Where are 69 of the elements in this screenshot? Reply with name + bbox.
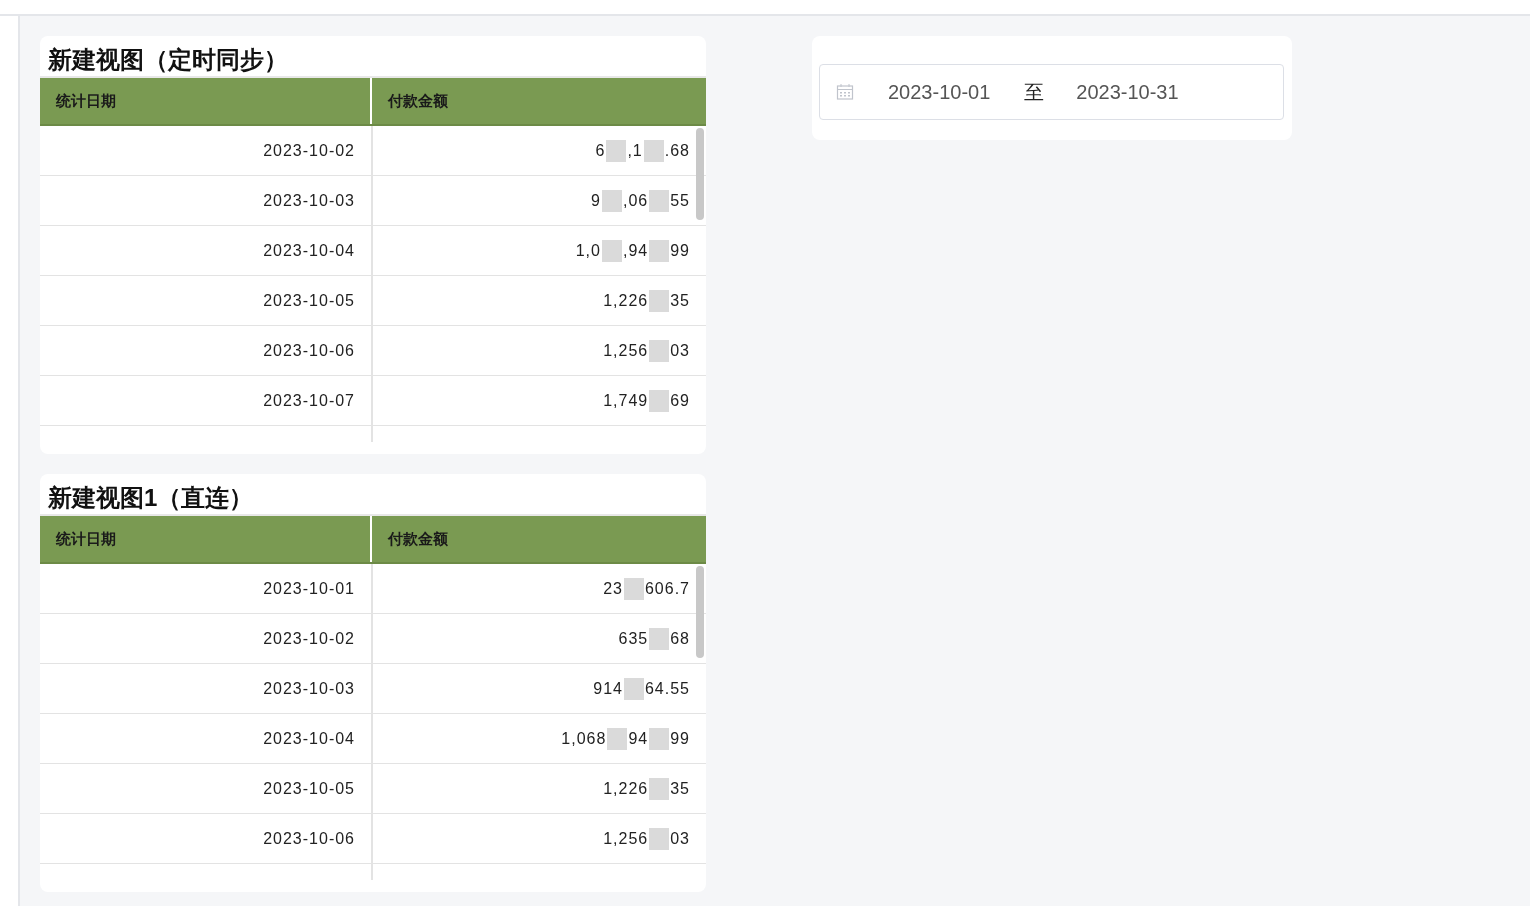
table-cell: 2023-10-02 [40,126,373,175]
amount-text: 914 [593,679,623,698]
table-cell: 2023-10-05 [40,764,373,813]
redaction-block [623,577,644,600]
table-cell: 2023-10-03 [40,664,373,713]
redaction-block [649,389,670,412]
amount-text: 99 [670,241,690,260]
amount-text: 1,226 [603,779,649,798]
view-title: 新建视图1（直连） [47,483,255,513]
table-cell: 2023-10-04 [40,226,373,275]
table-cell: 2023-10-04 [40,714,373,763]
redaction-block [601,239,622,262]
start-date[interactable]: 2023-10-01 [888,80,991,104]
table-cell: 2023-10-05 [40,276,373,325]
redaction-block [601,189,622,212]
calendar-icon [836,83,854,101]
amount-text: .68 [664,141,690,160]
redaction-block [649,339,670,362]
column-header: 统计日期 [40,516,372,562]
amount-text: 23 [603,579,623,598]
amount-text: 03 [670,829,690,848]
table-cell: 2023-10-01 [40,564,373,613]
table-cell: 2023-10-03 [40,176,373,225]
amount-text: 99 [670,729,690,748]
amount-text: 6 [595,141,606,160]
redaction-block [649,777,670,800]
table-cell: 2023-10-06 [40,326,373,375]
amount-text: 1,226 [603,291,649,310]
amount-text: ,06 [622,191,649,210]
table-cell: 2023-10-02 [40,614,373,663]
table-cell: 2023-10-07 [40,376,373,425]
amount-text: 1,0 [575,241,601,260]
column-header: 付款金额 [386,90,449,111]
amount-text: 1,256 [603,829,649,848]
redaction-block [649,189,670,212]
redaction-block [643,139,664,162]
redaction-block [649,239,670,262]
amount-text: 64.55 [644,679,690,698]
amount-text: 94 [628,729,649,748]
scrollbar-thumb[interactable] [696,566,704,658]
scrollbar-thumb[interactable] [696,128,704,220]
date-range-field[interactable]: 2023-10-01 至 2023-10-31 [819,64,1284,120]
redaction-block [649,727,670,750]
redaction-block [649,627,670,650]
amount-text: 35 [670,779,690,798]
amount-text: 635 [618,629,649,648]
table-cell: 2023-10-06 [40,814,373,863]
amount-text: 35 [670,291,690,310]
amount-text: ,1 [627,141,643,160]
amount-text: ,94 [622,241,649,260]
range-separator: 至 [1024,79,1045,105]
amount-text: 03 [670,341,690,360]
column-header: 统计日期 [40,78,372,124]
column-header: 付款金额 [386,528,449,549]
amount-text: 55 [670,191,690,210]
amount-text: 9 [591,191,601,210]
amount-text: 1,068 [561,729,607,748]
redaction-block [649,827,670,850]
amount-text: 69 [670,391,690,410]
amount-text: 68 [670,629,690,648]
view-title: 新建视图（定时同步） [47,45,289,75]
amount-text: 1,749 [603,391,649,410]
redaction-block [607,727,628,750]
redaction-block [649,289,670,312]
amount-text: 1,256 [603,341,649,360]
end-date[interactable]: 2023-10-31 [1076,80,1179,104]
redaction-block [623,677,644,700]
redaction-block [606,139,627,162]
amount-text: 606.7 [644,579,690,598]
